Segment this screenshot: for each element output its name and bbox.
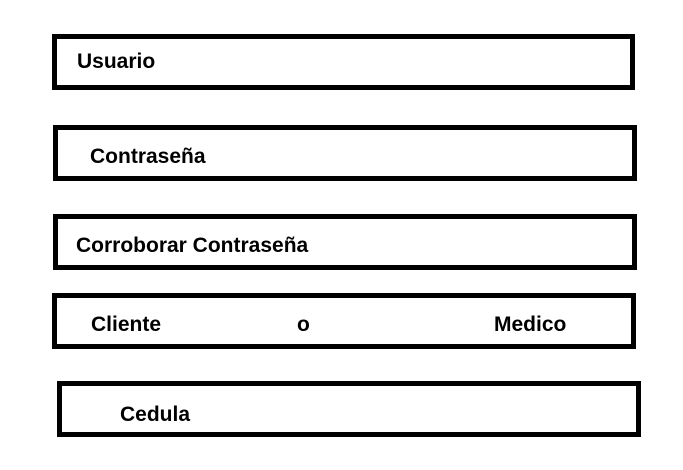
corroborar-contrasena-label: Corroborar Contraseña: [76, 234, 309, 257]
usuario-field[interactable]: Usuario: [52, 34, 635, 90]
medico-option[interactable]: Medico: [494, 314, 566, 335]
usuario-label: Usuario: [77, 50, 156, 73]
cliente-option[interactable]: Cliente: [91, 314, 161, 335]
cedula-field[interactable]: Cedula: [57, 381, 641, 437]
corroborar-contrasena-field[interactable]: Corroborar Contraseña: [53, 214, 637, 270]
option-separator: o: [297, 313, 310, 336]
user-type-selector: Cliente o Medico: [52, 293, 636, 349]
contrasena-label: Contraseña: [90, 145, 206, 168]
cedula-label: Cedula: [120, 403, 191, 426]
contrasena-field[interactable]: Contraseña: [53, 125, 637, 181]
